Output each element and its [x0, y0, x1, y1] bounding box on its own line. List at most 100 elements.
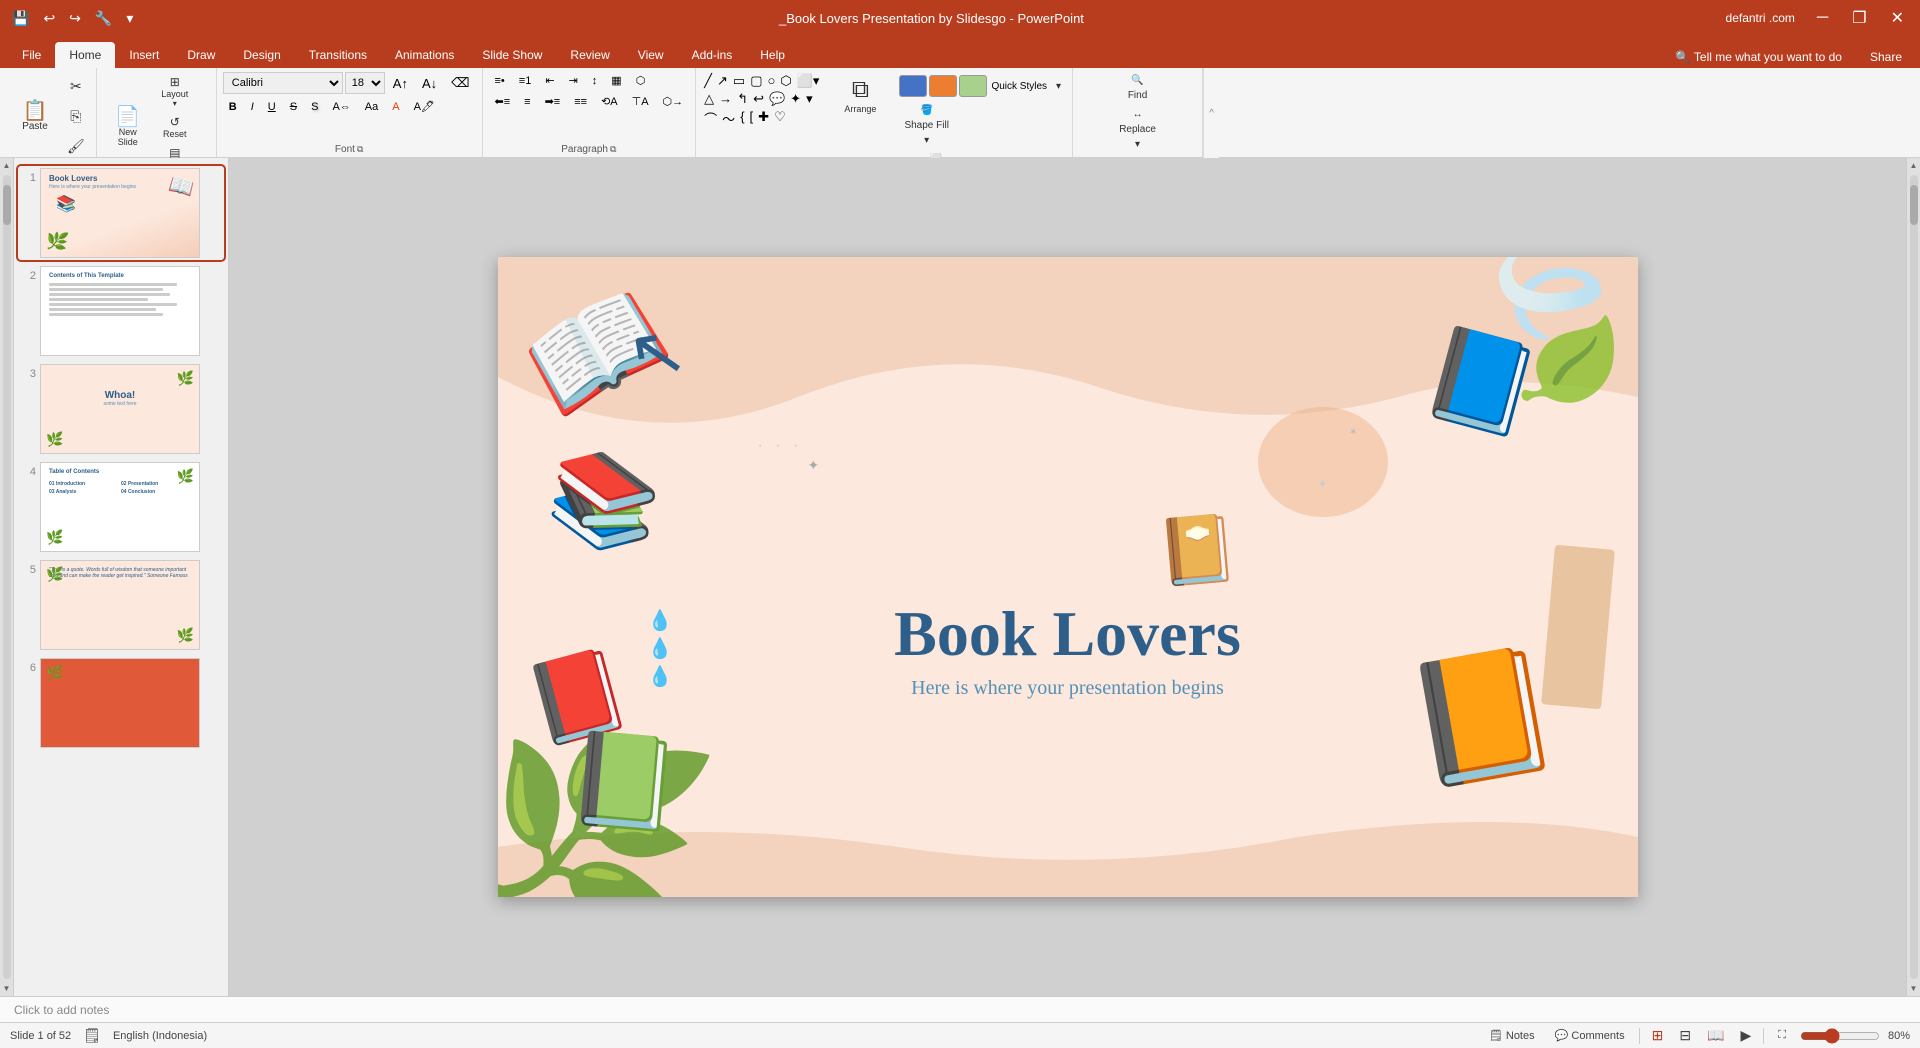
quick-styles-dropdown[interactable]: ▾: [1051, 72, 1066, 100]
normal-view-button[interactable]: ⊞: [1648, 1025, 1668, 1046]
arrange-button[interactable]: ⧉ Arrange: [836, 72, 884, 118]
fit-slide-button[interactable]: ⛶: [1772, 1027, 1792, 1044]
arc-shape[interactable]: ⌒: [702, 108, 719, 129]
strikethrough-button[interactable]: S: [284, 99, 303, 115]
align-left-button[interactable]: ⬅≡: [489, 93, 517, 110]
font-family-select[interactable]: Calibri: [223, 72, 343, 94]
increase-indent-button[interactable]: ⇥: [563, 72, 584, 89]
style-swatch-3[interactable]: [959, 75, 987, 97]
line-spacing-button[interactable]: ↕: [586, 73, 604, 89]
text-direction-button[interactable]: ⟲A: [595, 93, 624, 110]
tab-review[interactable]: Review: [556, 42, 623, 68]
tab-design[interactable]: Design: [229, 42, 294, 68]
copy-button[interactable]: ⎘: [62, 102, 90, 130]
slide-item-3[interactable]: 3 Whoa! some text here 🌿 🌿: [18, 362, 224, 456]
round-rect-shape[interactable]: ▢: [748, 72, 764, 90]
justify-button[interactable]: ≡≡: [568, 94, 593, 110]
paste-button[interactable]: 📋 Paste: [10, 86, 60, 146]
slide-item-5[interactable]: 5 "This is a quote. Words full of wisdom…: [18, 558, 224, 652]
brace-shape[interactable]: {: [738, 108, 746, 129]
restore-button[interactable]: ❐: [1844, 6, 1874, 30]
u-arrow[interactable]: ↩: [751, 90, 766, 108]
comments-button[interactable]: 💬 Comments: [1549, 1027, 1631, 1044]
right-scroll-down[interactable]: ▼: [1910, 981, 1918, 996]
tab-view[interactable]: View: [624, 42, 678, 68]
right-arrow-shape[interactable]: →: [717, 90, 734, 108]
tab-slideshow[interactable]: Slide Show: [468, 42, 556, 68]
wave-shape[interactable]: 〜: [720, 108, 737, 129]
align-right-button[interactable]: ➡≡: [539, 93, 567, 110]
right-scrollbar[interactable]: ▲ ▼: [1906, 158, 1920, 996]
new-slide-button[interactable]: 📄 NewSlide: [103, 97, 153, 157]
notes-bar[interactable]: Click to add notes: [0, 996, 1920, 1022]
notes-button[interactable]: 🗒 Notes: [1483, 1027, 1541, 1044]
paragraph-expand-icon[interactable]: ⧉: [610, 144, 616, 155]
format-painter-button[interactable]: 🖌: [62, 132, 90, 160]
undo-button[interactable]: ↩: [39, 8, 59, 29]
more-shapes[interactable]: ⬜▾: [795, 72, 822, 90]
align-text-button[interactable]: ⊤A: [626, 93, 655, 110]
slide-panel-scrollbar[interactable]: ▲ ▼: [0, 158, 14, 996]
tab-file[interactable]: File: [8, 42, 55, 68]
slide-item-6[interactable]: 6 🌿: [18, 656, 224, 750]
close-button[interactable]: ✕: [1883, 6, 1912, 30]
slide-item-2[interactable]: 2 Contents of This Template: [18, 264, 224, 358]
slide-item-4[interactable]: 4 Table of Contents 01 Introduction 02 P…: [18, 460, 224, 554]
underline-button[interactable]: U: [262, 99, 282, 115]
bullets-button[interactable]: ≡•: [489, 73, 511, 89]
text-shadow-button[interactable]: S: [305, 99, 324, 115]
shape-fill-button[interactable]: 🪣 Shape Fill ▾: [899, 102, 953, 149]
find-button[interactable]: 🔍 Find: [1079, 72, 1196, 104]
plus-shape[interactable]: ✚: [756, 108, 771, 129]
style-swatch-1[interactable]: [899, 75, 927, 97]
font-expand-icon[interactable]: ⧉: [357, 144, 363, 155]
heart-shape[interactable]: ♡: [772, 108, 788, 129]
slide-title[interactable]: Book Lovers: [894, 597, 1241, 671]
tab-help[interactable]: Help: [746, 42, 799, 68]
scroll-up-arrow[interactable]: ▲: [3, 158, 11, 173]
slideshow-button[interactable]: ▶: [1736, 1025, 1755, 1046]
redo-button[interactable]: ↪: [65, 8, 85, 29]
style-swatch-2[interactable]: [929, 75, 957, 97]
right-scroll-up[interactable]: ▲: [1910, 158, 1918, 173]
canvas-area[interactable]: 🍃 🌿 📖 📚 ↖ 📕 📗 💧💧💧 📔 📘 📙: [229, 158, 1906, 996]
tab-addins[interactable]: Add-ins: [678, 42, 747, 68]
tab-draw[interactable]: Draw: [173, 42, 229, 68]
font-color-button[interactable]: A: [386, 99, 405, 115]
decrease-font-button[interactable]: A↓: [416, 74, 443, 93]
triangle-shape[interactable]: △: [702, 90, 716, 108]
more-button[interactable]: ▾: [122, 8, 137, 29]
minimize-button[interactable]: ─: [1809, 7, 1836, 29]
font-size-select[interactable]: 18: [345, 72, 385, 94]
tab-transitions[interactable]: Transitions: [295, 42, 381, 68]
right-scroll-thumb[interactable]: [1910, 185, 1918, 225]
italic-button[interactable]: I: [245, 99, 260, 115]
share-button[interactable]: Share: [1860, 46, 1912, 68]
slide-sorter-button[interactable]: ⊟: [1675, 1025, 1695, 1046]
tab-animations[interactable]: Animations: [381, 42, 468, 68]
scroll-thumb[interactable]: [3, 185, 11, 225]
tab-home[interactable]: Home: [55, 42, 115, 68]
hexagon-shape[interactable]: ⬡: [778, 72, 793, 90]
bracket-shape[interactable]: [: [748, 108, 756, 129]
slide-item-1[interactable]: 1 Book Lovers Here is where your present…: [18, 166, 224, 260]
spacing-button[interactable]: A⇔: [326, 99, 356, 115]
rect-shape[interactable]: ▭: [731, 72, 747, 90]
text-highlight-button[interactable]: A🖊: [408, 98, 441, 115]
search-bar[interactable]: 🔍 Tell me what you want to do: [1665, 46, 1852, 68]
customize-button[interactable]: 🔧: [91, 8, 116, 29]
change-case-button[interactable]: Aa: [359, 99, 384, 115]
convert-smartart-button[interactable]: ⬡→: [657, 93, 690, 110]
decrease-indent-button[interactable]: ⇤: [539, 72, 560, 89]
cut-button[interactable]: ✂: [62, 72, 90, 100]
save-button[interactable]: 💾: [8, 8, 33, 29]
callout-shape[interactable]: 💬: [767, 90, 787, 108]
tab-insert[interactable]: Insert: [115, 42, 173, 68]
replace-button[interactable]: ↔ Replace ▾: [1079, 106, 1196, 153]
line-shape[interactable]: ╱: [702, 72, 714, 90]
reading-view-button[interactable]: 📖: [1703, 1025, 1728, 1046]
arrow-shape[interactable]: ↗: [715, 72, 730, 90]
oval-shape[interactable]: ○: [765, 72, 777, 90]
star-shape[interactable]: ✦: [788, 90, 803, 108]
bold-button[interactable]: B: [223, 99, 243, 115]
